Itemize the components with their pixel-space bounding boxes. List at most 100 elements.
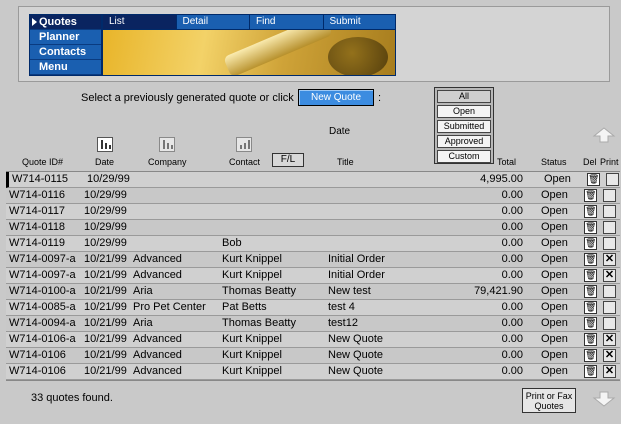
print-checkbox[interactable]: ✕ xyxy=(603,253,616,266)
quote-id-cell: W714-0118 xyxy=(9,221,66,233)
date-section-label: Date xyxy=(329,126,351,137)
sort-contact-icon[interactable] xyxy=(236,137,252,152)
table-row[interactable]: W714-0106 10/21/99 Advanced Kurt Knippel New… xyxy=(6,364,620,380)
contact-cell: Kurt Knippel xyxy=(222,333,282,345)
date-cell: 10/21/99 xyxy=(84,349,127,361)
print-checkbox[interactable] xyxy=(603,285,616,298)
total-cell: 0.00 xyxy=(501,365,523,377)
print-checkbox[interactable] xyxy=(603,317,616,330)
col-header-total: Total xyxy=(497,157,517,167)
date-cell: 10/29/99 xyxy=(84,189,127,201)
trash-icon[interactable]: 🗑 xyxy=(584,365,597,378)
title-cell: test12 xyxy=(328,317,358,329)
table-row[interactable]: W714-0119 10/29/99 Bob 0.00 Open 🗑 xyxy=(6,236,620,252)
trash-icon[interactable]: 🗑 xyxy=(584,189,597,202)
print-checkbox[interactable] xyxy=(603,221,616,234)
title-cell: Initial Order xyxy=(328,269,385,281)
table-row[interactable]: W714-0100-a 10/21/99 Aria Thomas Beatty New … xyxy=(6,284,620,300)
trash-icon[interactable]: 🗑 xyxy=(584,333,597,346)
select-prompt: Select a previously generated quote or c… xyxy=(81,92,294,104)
total-cell: 0.00 xyxy=(501,237,523,249)
contact-cell: Thomas Beatty xyxy=(222,285,296,297)
new-quote-button[interactable]: New Quote xyxy=(298,89,374,106)
print-checkbox[interactable]: ✕ xyxy=(603,349,616,362)
sub-tabs: List Detail Find Submit xyxy=(103,15,395,30)
col-header-status: Status xyxy=(541,157,567,167)
col-header-print: Print xyxy=(600,157,619,167)
print-checkbox[interactable] xyxy=(603,237,616,250)
table-row[interactable]: W714-0097-a 10/21/99 Advanced Kurt Knippel I… xyxy=(6,268,620,284)
status-cell: Open xyxy=(544,173,571,185)
contact-cell: Kurt Knippel xyxy=(222,365,282,377)
filter-approved-button[interactable]: Approved xyxy=(437,135,491,148)
sort-company-icon[interactable] xyxy=(159,137,175,152)
trash-icon[interactable]: 🗑 xyxy=(584,317,597,330)
filter-open-button[interactable]: Open xyxy=(437,105,491,118)
print-or-fax-quotes-button[interactable]: Print or Fax Quotes xyxy=(522,388,576,413)
total-cell: 4,995.00 xyxy=(480,173,523,185)
company-cell: Advanced xyxy=(133,333,182,345)
print-checkbox[interactable] xyxy=(603,189,616,202)
trash-icon[interactable]: 🗑 xyxy=(587,173,600,186)
col-header-company: Company xyxy=(148,157,187,167)
banner-image: List Detail Find Submit xyxy=(102,14,396,76)
first-last-toggle-button[interactable]: F/L xyxy=(272,153,304,167)
contact-cell: Kurt Knippel xyxy=(222,349,282,361)
tab-submit[interactable]: Submit xyxy=(323,15,395,30)
table-row[interactable]: W714-0106 10/21/99 Advanced Kurt Knippel New… xyxy=(6,348,620,364)
contact-cell: Kurt Knippel xyxy=(222,269,282,281)
nav-item-planner[interactable]: Planner xyxy=(30,30,101,45)
table-row[interactable]: W714-0117 10/29/99 0.00 Open 🗑 xyxy=(6,204,620,220)
print-checkbox[interactable] xyxy=(603,205,616,218)
scroll-down-arrow-icon[interactable] xyxy=(592,390,616,408)
trash-icon[interactable]: 🗑 xyxy=(584,221,597,234)
nav-item-quotes[interactable]: Quotes xyxy=(30,15,101,30)
header-panel: Quotes Planner Contacts Menu List Detail… xyxy=(18,6,610,82)
company-cell: Advanced xyxy=(133,365,182,377)
tab-list[interactable]: List xyxy=(103,15,177,30)
date-cell: 10/21/99 xyxy=(84,285,127,297)
quote-id-cell: W714-0094-a xyxy=(9,317,76,329)
table-row[interactable]: W714-0085-a 10/21/99 Pro Pet Center Pat Bet… xyxy=(6,300,620,316)
nav-item-contacts[interactable]: Contacts xyxy=(30,45,101,60)
table-row[interactable]: W714-0094-a 10/21/99 Aria Thomas Beatty test… xyxy=(6,316,620,332)
print-checkbox[interactable]: ✕ xyxy=(603,365,616,378)
print-checkbox[interactable]: ✕ xyxy=(603,269,616,282)
tab-find[interactable]: Find xyxy=(250,15,324,30)
total-cell: 0.00 xyxy=(501,221,523,233)
company-cell: Aria xyxy=(133,285,153,297)
filter-submitted-button[interactable]: Submitted xyxy=(437,120,491,133)
filter-custom-button[interactable]: Custom xyxy=(437,150,491,163)
trash-icon[interactable]: 🗑 xyxy=(584,237,597,250)
prompt-colon: : xyxy=(378,92,382,104)
nav-item-menu[interactable]: Menu xyxy=(30,60,101,75)
print-checkbox[interactable] xyxy=(603,301,616,314)
tab-detail[interactable]: Detail xyxy=(176,15,250,30)
scroll-up-arrow-icon[interactable] xyxy=(592,126,616,144)
date-cell: 10/21/99 xyxy=(84,317,127,329)
filter-all-button[interactable]: All xyxy=(437,90,491,103)
table-row[interactable]: W714-0118 10/29/99 0.00 Open 🗑 xyxy=(6,220,620,236)
table-row[interactable]: W714-0115 10/29/99 4,995.00 Open 🗑 xyxy=(6,172,620,188)
trash-icon[interactable]: 🗑 xyxy=(584,269,597,282)
print-checkbox[interactable] xyxy=(606,173,619,186)
trash-icon[interactable]: 🗑 xyxy=(584,285,597,298)
trash-icon[interactable]: 🗑 xyxy=(584,205,597,218)
trash-icon[interactable]: 🗑 xyxy=(584,349,597,362)
table-row[interactable]: W714-0097-a 10/21/99 Advanced Kurt Knippel I… xyxy=(6,252,620,268)
contact-cell: Pat Betts xyxy=(222,301,267,313)
total-cell: 0.00 xyxy=(501,205,523,217)
date-cell: 10/21/99 xyxy=(84,269,127,281)
table-row[interactable]: W714-0106-a 10/21/99 Advanced Kurt Knippel N… xyxy=(6,332,620,348)
trash-icon[interactable]: 🗑 xyxy=(584,301,597,314)
contact-cell: Kurt Knippel xyxy=(222,253,282,265)
total-cell: 0.00 xyxy=(501,269,523,281)
print-checkbox[interactable]: ✕ xyxy=(603,333,616,346)
trash-icon[interactable]: 🗑 xyxy=(584,253,597,266)
sort-date-icon[interactable] xyxy=(97,137,113,152)
status-cell: Open xyxy=(541,205,568,217)
title-cell: Initial Order xyxy=(328,253,385,265)
table-row[interactable]: W714-0116 10/29/99 0.00 Open 🗑 xyxy=(6,188,620,204)
date-cell: 10/21/99 xyxy=(84,333,127,345)
contact-cell: Thomas Beatty xyxy=(222,317,296,329)
